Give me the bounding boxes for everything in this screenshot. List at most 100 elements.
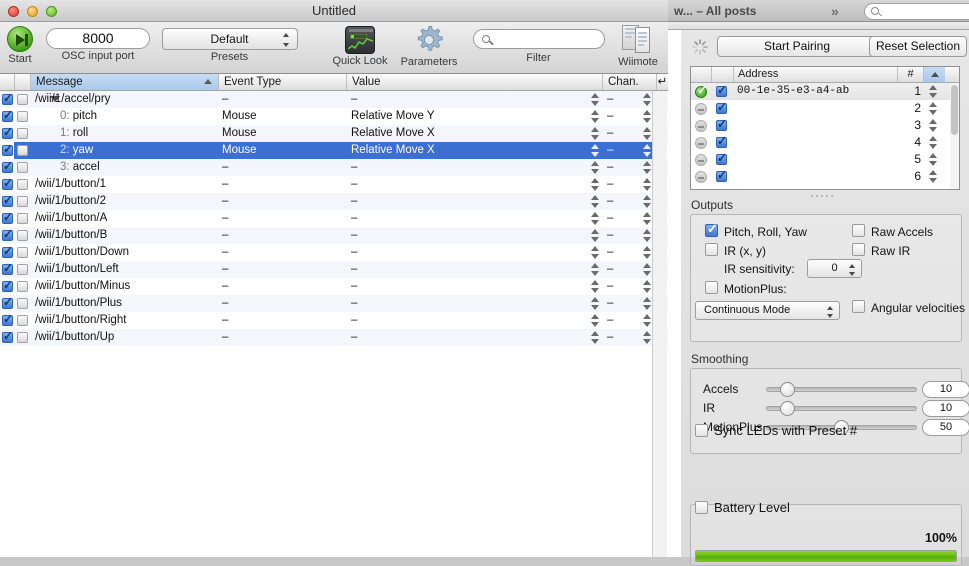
event-type-stepper[interactable] xyxy=(591,331,600,344)
presets-dropdown[interactable]: Default xyxy=(161,28,298,50)
motionplus-checkbox[interactable] xyxy=(705,281,718,294)
channel-stepper[interactable] xyxy=(643,178,652,191)
cell-value[interactable]: Relative Move X xyxy=(351,125,435,142)
column-header-event-type[interactable]: Event Type xyxy=(218,74,346,90)
cell-event-type[interactable]: – xyxy=(222,227,228,244)
cell-channel[interactable]: – xyxy=(607,278,613,295)
table-row[interactable]: /wii/1/accel/pry – – – xyxy=(0,91,668,108)
raw-accels-checkbox[interactable] xyxy=(852,224,865,237)
cell-event-type[interactable]: – xyxy=(222,91,228,108)
cell-channel[interactable]: – xyxy=(607,108,613,125)
event-type-stepper[interactable] xyxy=(591,212,600,225)
column-header-channel[interactable]: Chan. xyxy=(602,74,656,90)
address-row[interactable]: 2 xyxy=(691,100,959,117)
ir-sensitivity-dropdown[interactable]: 0 xyxy=(807,259,862,278)
row-enable-checkbox[interactable] xyxy=(2,261,13,275)
event-type-stepper[interactable] xyxy=(591,263,600,276)
row-enable-checkbox[interactable] xyxy=(2,125,13,139)
row-mute-checkbox[interactable] xyxy=(17,230,28,241)
address-enable-checkbox[interactable] xyxy=(716,168,727,182)
column-header-value[interactable]: Value xyxy=(346,74,602,90)
cell-value[interactable]: – xyxy=(351,227,357,244)
window-titlebar[interactable]: Untitled xyxy=(0,0,668,22)
channel-stepper[interactable] xyxy=(643,144,652,157)
row-mute-checkbox[interactable] xyxy=(17,179,28,190)
event-type-stepper[interactable] xyxy=(591,280,600,293)
cell-channel[interactable]: – xyxy=(607,91,613,108)
address-row[interactable]: 4 xyxy=(691,134,959,151)
cell-channel[interactable]: – xyxy=(607,227,613,244)
address-row[interactable]: 5 xyxy=(691,151,959,168)
column-header-return[interactable]: ↵ xyxy=(656,74,668,90)
double-chevron-right-icon[interactable]: » xyxy=(831,3,839,19)
event-type-stepper[interactable] xyxy=(591,229,600,242)
row-mute-checkbox[interactable] xyxy=(17,111,28,122)
parameters-button[interactable]: Parameters xyxy=(396,25,462,68)
empty-status-icon[interactable] xyxy=(695,154,707,166)
row-mute-checkbox[interactable] xyxy=(17,247,28,258)
address-row[interactable]: 3 xyxy=(691,117,959,134)
address-stepper[interactable] xyxy=(929,85,938,98)
column-header-mute[interactable] xyxy=(14,74,30,90)
row-enable-checkbox[interactable] xyxy=(2,108,13,122)
table-row[interactable]: /wii/1/button/A – – – xyxy=(0,210,668,227)
event-type-stepper[interactable] xyxy=(591,314,600,327)
event-type-stepper[interactable] xyxy=(591,246,600,259)
table-row[interactable]: /wii/1/button/Left – – – xyxy=(0,261,668,278)
event-type-stepper[interactable] xyxy=(591,178,600,191)
panel-resize-handle[interactable] xyxy=(811,193,835,200)
play-button-icon[interactable] xyxy=(7,26,33,52)
channel-stepper[interactable] xyxy=(643,127,652,140)
cell-channel[interactable]: – xyxy=(607,329,613,346)
row-mute-checkbox[interactable] xyxy=(17,264,28,275)
table-row[interactable]: /wii/1/button/Down – – – xyxy=(0,244,668,261)
row-enable-checkbox[interactable] xyxy=(2,278,13,292)
cell-channel[interactable]: – xyxy=(607,295,613,312)
channel-stepper[interactable] xyxy=(643,229,652,242)
channel-stepper[interactable] xyxy=(643,161,652,174)
table-row[interactable]: /wii/1/button/Plus – – – xyxy=(0,295,668,312)
address-enable-checkbox[interactable] xyxy=(716,151,727,165)
table-row[interactable]: 2: yaw Mouse Relative Move X – xyxy=(0,142,668,159)
cell-channel[interactable]: – xyxy=(607,244,613,261)
address-enable-checkbox[interactable] xyxy=(716,83,727,97)
cell-event-type[interactable]: Mouse xyxy=(222,125,257,142)
cell-event-type[interactable]: – xyxy=(222,210,228,227)
address-column-header-address[interactable]: Address xyxy=(733,67,897,82)
row-mute-checkbox[interactable] xyxy=(17,315,28,326)
cell-value[interactable]: – xyxy=(351,329,357,346)
channel-stepper[interactable] xyxy=(643,297,652,310)
message-table[interactable]: /wii/1/accel/pry–––0: pitchMouseRelative… xyxy=(0,91,668,557)
cell-event-type[interactable]: – xyxy=(222,261,228,278)
empty-status-icon[interactable] xyxy=(695,171,707,183)
motionplus-mode-dropdown[interactable]: Continuous Mode xyxy=(695,301,840,320)
address-table-body[interactable]: 00-1e-35-e3-a4-ab 1 2 3 4 5 6 xyxy=(691,83,959,189)
address-table[interactable]: Address # 00-1e-35-e3-a4-ab 1 2 3 4 5 6 xyxy=(690,66,960,190)
slider-value[interactable]: 50 xyxy=(922,419,969,436)
address-stepper[interactable] xyxy=(929,136,938,149)
row-mute-checkbox[interactable] xyxy=(17,213,28,224)
cell-value[interactable]: – xyxy=(351,278,357,295)
address-stepper[interactable] xyxy=(929,153,938,166)
start-button[interactable]: Start xyxy=(2,26,38,65)
row-enable-checkbox[interactable] xyxy=(2,91,13,105)
table-row[interactable]: /wii/1/button/1 – – – xyxy=(0,176,668,193)
table-row[interactable]: /wii/1/button/Right – – – xyxy=(0,312,668,329)
row-enable-checkbox[interactable] xyxy=(2,210,13,224)
address-row[interactable]: 00-1e-35-e3-a4-ab 1 xyxy=(691,83,959,100)
connected-status-icon[interactable] xyxy=(695,84,707,98)
address-row[interactable]: 6 xyxy=(691,168,959,185)
row-enable-checkbox[interactable] xyxy=(2,176,13,190)
cell-event-type[interactable]: – xyxy=(222,159,228,176)
column-header-message[interactable]: Message xyxy=(30,74,218,90)
row-enable-checkbox[interactable] xyxy=(2,227,13,241)
cell-value[interactable]: Relative Move Y xyxy=(351,108,435,125)
cell-event-type[interactable]: – xyxy=(222,193,228,210)
table-scrollbar[interactable] xyxy=(652,91,667,557)
filter-input[interactable] xyxy=(472,29,605,49)
row-enable-checkbox[interactable] xyxy=(2,193,13,207)
row-enable-checkbox[interactable] xyxy=(2,295,13,309)
address-stepper[interactable] xyxy=(929,119,938,132)
address-enable-checkbox[interactable] xyxy=(716,100,727,114)
cell-channel[interactable]: – xyxy=(607,176,613,193)
